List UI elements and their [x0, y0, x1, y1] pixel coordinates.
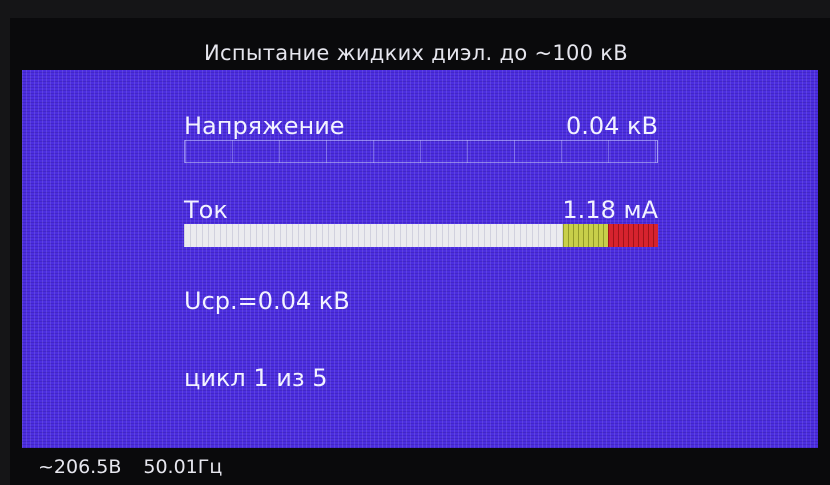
current-value: 1.18 мА — [562, 196, 658, 224]
current-label: Ток — [184, 196, 228, 224]
mains-voltage-readout: ~206.5В — [38, 455, 122, 478]
current-bar-danger-zone — [608, 224, 658, 247]
cycle-counter: цикл 1 из 5 — [184, 364, 328, 392]
measurement-panel — [22, 70, 818, 448]
voltage-bar — [184, 140, 658, 163]
status-bar: ~206.5В 50.01Гц — [22, 448, 818, 485]
test-title: Испытание жидких диэл. до ~100 кВ — [203, 41, 628, 65]
voltage-value: 0.04 кВ — [565, 112, 658, 140]
current-bar — [184, 224, 658, 247]
average-voltage-readout: Uср.=0.04 кВ — [184, 287, 350, 315]
voltage-label: Напряжение — [184, 112, 345, 140]
current-bar-warning-zone — [563, 224, 609, 247]
current-bar-normal-zone — [184, 224, 564, 247]
frequency-readout: 50.01Гц — [143, 455, 223, 478]
